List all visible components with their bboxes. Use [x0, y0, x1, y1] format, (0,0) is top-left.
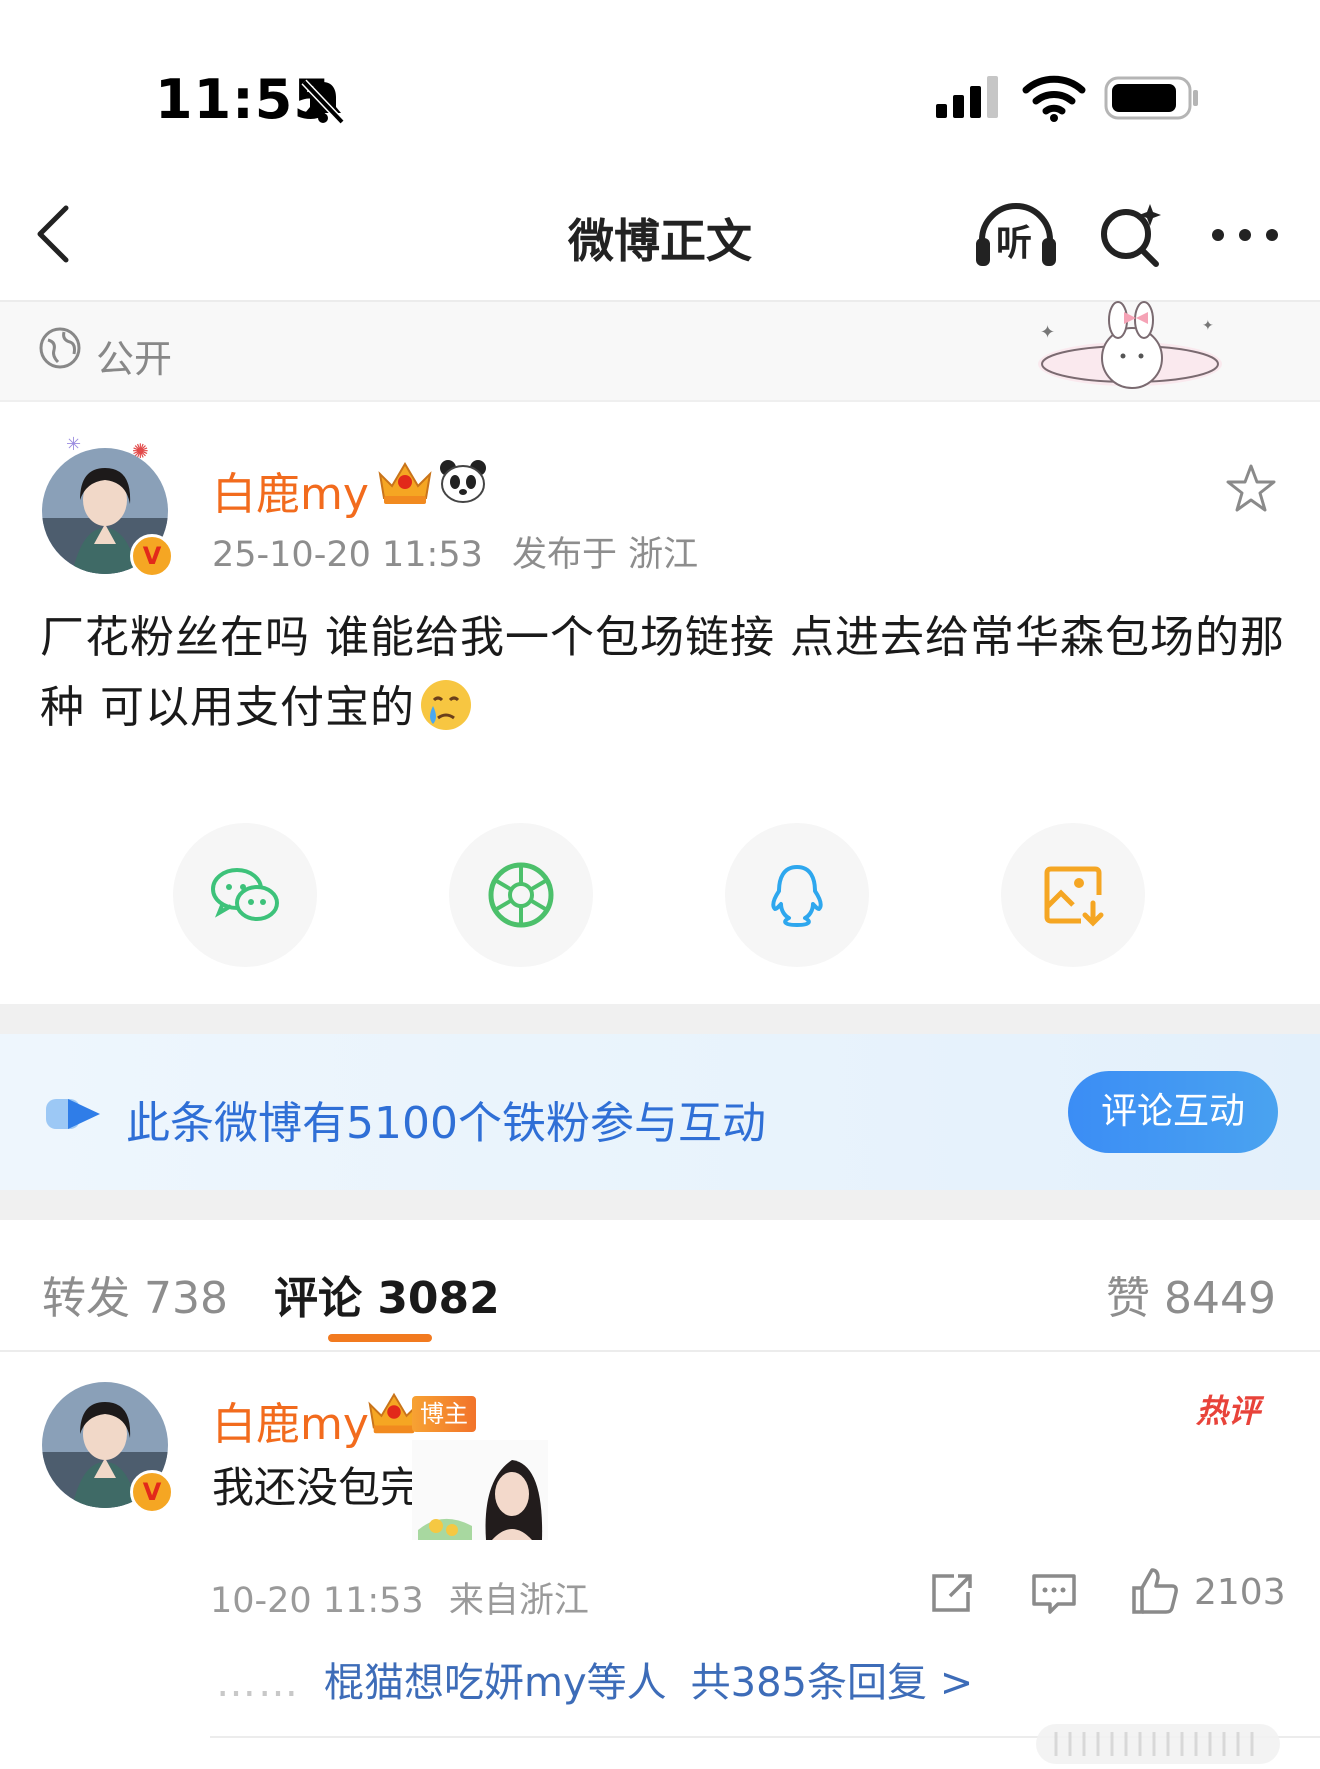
wifi-icon [1022, 75, 1086, 122]
comment-source: 来自浙江 [448, 1581, 589, 1621]
blogger-badge: 博主 [412, 1396, 476, 1432]
active-tab-indicator [328, 1334, 432, 1342]
panda-icon [440, 460, 486, 503]
listen-button[interactable]: 听 [974, 200, 1058, 270]
thumbs-up-icon[interactable] [1130, 1566, 1180, 1616]
save-image-icon [1044, 866, 1104, 927]
search-ai-icon[interactable] [1098, 200, 1164, 270]
comment-icon[interactable] [1030, 1570, 1078, 1616]
divider [0, 400, 1320, 402]
share-qq-button[interactable] [725, 823, 869, 967]
listen-label: 听 [996, 223, 1033, 264]
comment-like-count: 2103 [1194, 1572, 1286, 1613]
post-author-name[interactable]: 白鹿my [212, 458, 369, 522]
tab-repost[interactable]: 转发 738 [42, 1262, 228, 1326]
comment-meta: 10-20 11:53 来自浙江 [210, 1572, 589, 1623]
comment-text: 我还没包完 [212, 1463, 423, 1512]
section-gap [0, 1190, 1320, 1220]
wechat-icon [211, 868, 279, 921]
sticker-image [412, 1440, 548, 1540]
share-moments-button[interactable] [449, 823, 593, 967]
replies-users: 棍猫想吃妍my等人 [324, 1660, 667, 1706]
moments-icon [488, 862, 554, 928]
post-text: 厂花粉丝在吗 谁能给我一个包场链接 点进去给常华森包场的那种 可以用支付宝的 [40, 612, 1285, 733]
replies-dots: …… [216, 1660, 300, 1706]
globe-icon [39, 327, 81, 369]
view-replies-link[interactable]: …… 棍猫想吃妍my等人 共385条回复 > [216, 1650, 973, 1708]
post-meta: 25-10-20 11:53 发布于 浙江 [212, 526, 698, 577]
tab-comment[interactable]: 评论 3082 [274, 1262, 500, 1326]
crying-face-emoji-icon [421, 680, 471, 730]
visibility-label: 公开 [96, 337, 173, 381]
bunny-decoration-icon: ✦ ✦ [1038, 301, 1222, 389]
hot-comment-badge: 热评 [1196, 1392, 1261, 1430]
svg-text:✦: ✦ [1040, 322, 1055, 343]
tab-like[interactable]: 赞 8449 [1106, 1262, 1276, 1326]
crown-badge-icon [378, 462, 432, 504]
save-image-button[interactable] [1001, 823, 1145, 967]
verified-badge: V [130, 534, 174, 578]
svg-text:✳: ✳ [66, 434, 81, 455]
post-body: 厂花粉丝在吗 谁能给我一个包场链接 点进去给常华森包场的那种 可以用支付宝的 [40, 603, 1290, 743]
svg-text:✦: ✦ [1202, 318, 1214, 334]
section-gap [0, 1004, 1320, 1034]
favorite-star-icon[interactable] [1224, 462, 1278, 516]
scroll-indicator [1036, 1724, 1280, 1764]
more-options-icon[interactable] [1210, 226, 1280, 244]
comment-author-name[interactable]: 白鹿my [212, 1388, 369, 1452]
comment-time: 10-20 11:53 [210, 1581, 424, 1621]
bell-muted-icon [301, 79, 345, 125]
divider [0, 1350, 1320, 1352]
verified-badge: V [130, 1470, 174, 1514]
share-icon[interactable] [928, 1570, 976, 1616]
replies-count: 共385条回复 > [690, 1660, 974, 1706]
fan-indicator-icon [46, 1099, 100, 1129]
cellular-signal-icon [936, 76, 998, 118]
battery-icon [1104, 76, 1198, 120]
post-timestamp: 25-10-20 11:53 [212, 535, 483, 575]
fan-banner-text: 此条微博有5100个铁粉参与互动 [126, 1098, 766, 1149]
comment-interact-button[interactable]: 评论互动 [1068, 1071, 1278, 1153]
qq-icon [771, 865, 823, 927]
share-wechat-button[interactable] [173, 823, 317, 967]
post-location: 发布于 浙江 [512, 535, 699, 575]
